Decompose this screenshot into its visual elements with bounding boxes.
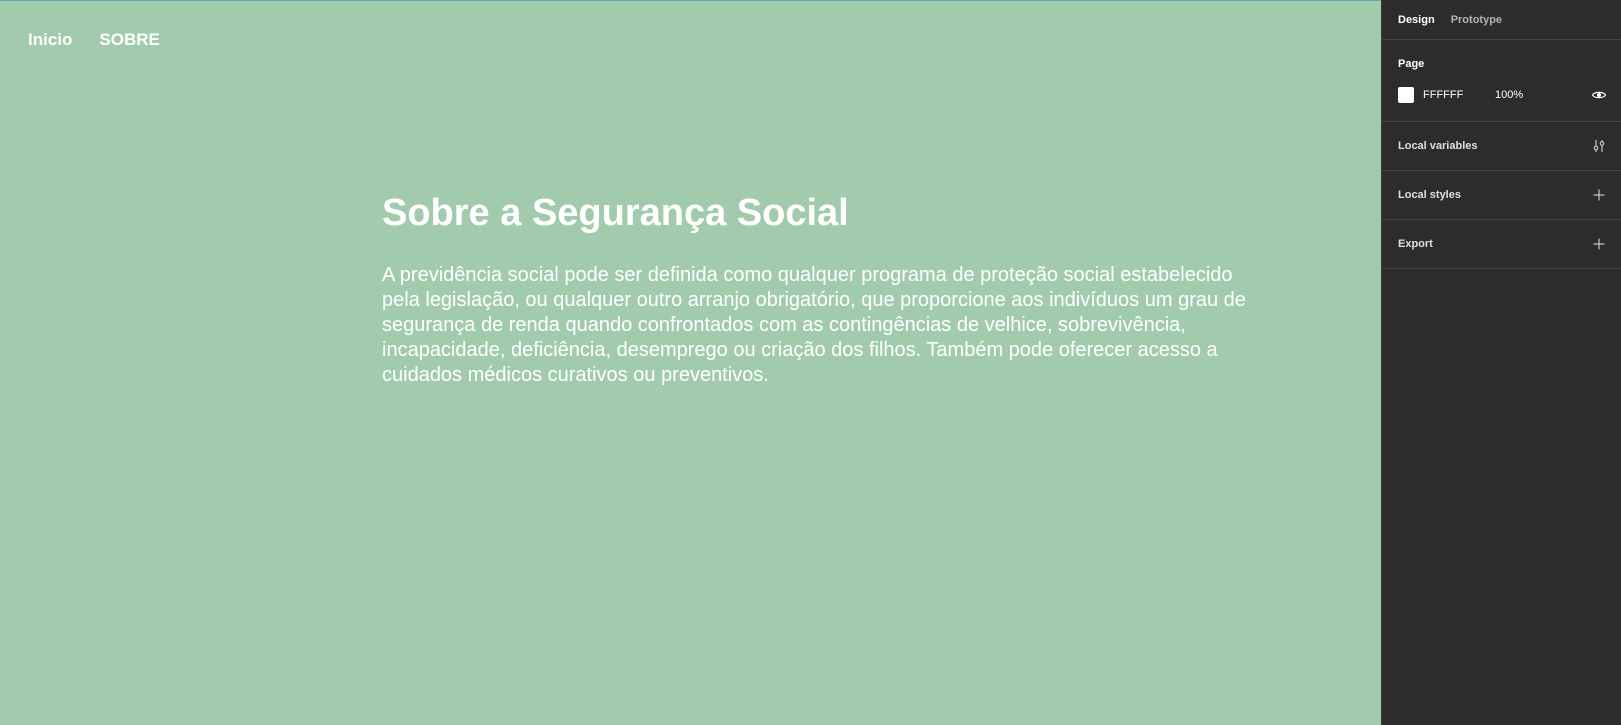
local-variables-section: Local variables (1382, 122, 1621, 171)
content-block: Sobre a Segurança Social A previdência s… (382, 191, 1282, 388)
sliders-icon[interactable] (1591, 138, 1607, 154)
export-label[interactable]: Export (1398, 238, 1433, 250)
panel-tabs: Design Prototype (1382, 0, 1621, 40)
local-styles-label[interactable]: Local styles (1398, 189, 1461, 201)
eye-icon[interactable] (1591, 87, 1607, 103)
plus-icon[interactable] (1591, 187, 1607, 203)
design-panel: Design Prototype Page FFFFFF 100% Local … (1381, 0, 1621, 725)
app-window: Inicio SOBRE Sobre a Segurança Social A … (0, 0, 1621, 725)
tab-design[interactable]: Design (1398, 14, 1435, 26)
page-section: Page FFFFFF 100% (1382, 40, 1621, 122)
page-color-hex[interactable]: FFFFFF (1423, 89, 1495, 101)
page-heading: Sobre a Segurança Social (382, 192, 849, 234)
nav-link-inicio[interactable]: Inicio (28, 30, 72, 50)
local-styles-row: Local styles (1398, 171, 1605, 219)
nav-link-sobre[interactable]: SOBRE (99, 30, 159, 50)
tab-prototype[interactable]: Prototype (1451, 14, 1502, 26)
local-variables-label[interactable]: Local variables (1398, 140, 1478, 152)
local-variables-row: Local variables (1398, 122, 1605, 170)
page-section-title: Page (1398, 58, 1425, 70)
export-section: Export (1382, 220, 1621, 269)
page-paragraph: A previdência social pode ser definida c… (382, 264, 1246, 386)
plus-icon[interactable] (1591, 236, 1607, 252)
local-styles-section: Local styles (1382, 171, 1621, 220)
page-fill-row: FFFFFF 100% (1398, 87, 1607, 103)
site-nav: Inicio SOBRE (28, 30, 160, 50)
export-row: Export (1398, 220, 1605, 268)
page-opacity[interactable]: 100% (1495, 89, 1523, 101)
page-color-swatch[interactable] (1398, 87, 1414, 103)
design-canvas[interactable]: Inicio SOBRE Sobre a Segurança Social A … (0, 0, 1381, 725)
